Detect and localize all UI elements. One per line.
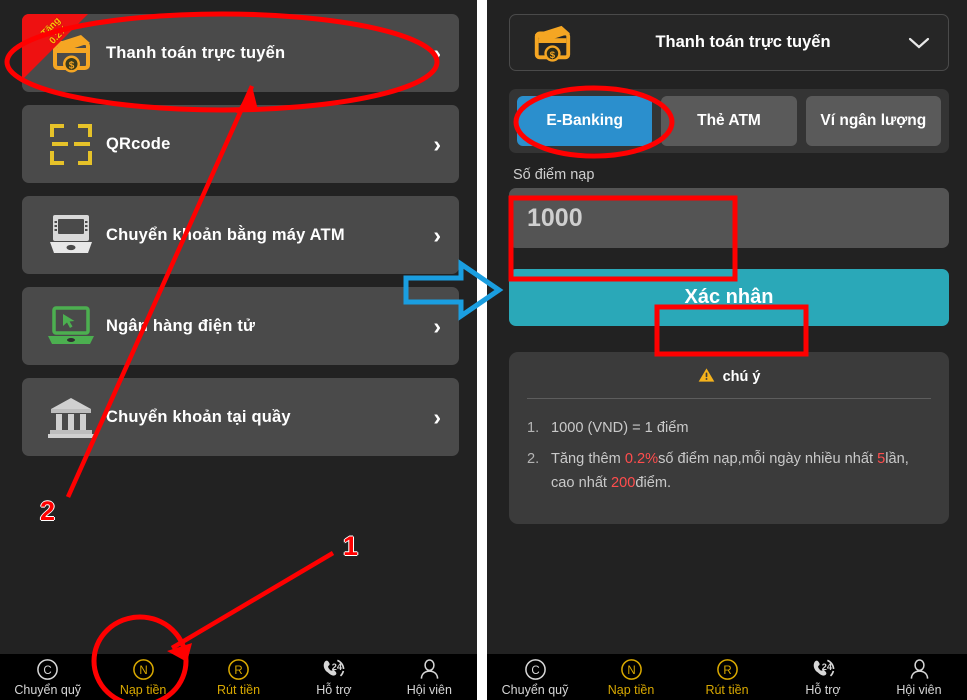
qrcode-icon (40, 121, 102, 167)
confirm-button[interactable]: Xác nhận (509, 269, 949, 326)
nav-label: Nạp tiền (119, 682, 167, 697)
svg-text:N: N (627, 665, 635, 677)
notice-title: chú ý (722, 369, 761, 385)
notice-plain: 1000 (VND) = 1 điểm (551, 420, 689, 436)
chevron-right-icon: › (433, 403, 441, 430)
notice-item-text: 1000 (VND) = 1 điểm (551, 416, 689, 440)
nav-item-chuyen-quy[interactable]: C Chuyển quỹ (487, 654, 583, 700)
atm-machine-icon (40, 212, 102, 258)
nav-label: Hội viên (896, 682, 942, 697)
tab-the-atm[interactable]: Thẻ ATM (661, 96, 797, 146)
method-item-internet-banking[interactable]: Ngân hàng điện tử › (22, 287, 459, 365)
payment-method-list: $ Thanh toán trực tuyến › Tặng 0.2% QRco… (0, 0, 477, 456)
svg-text:C: C (44, 665, 52, 677)
method-label: QRcode (106, 134, 171, 153)
notice-item: 1. 1000 (VND) = 1 điểm (527, 416, 931, 440)
method-item-online-payment[interactable]: $ Thanh toán trực tuyến › Tặng 0.2% (22, 14, 459, 92)
payment-channel-tabs: E-Banking Thẻ ATM Ví ngân lượng (509, 89, 949, 153)
warning-triangle-icon (698, 367, 715, 387)
selected-method-label: Thanh toán trực tuyến (655, 33, 831, 51)
svg-text:$: $ (69, 61, 75, 72)
notice-highlight: 0.2% (624, 451, 659, 467)
amount-input[interactable]: 1000 (509, 188, 949, 248)
right-panel-body: $ Thanh toán trực tuyến E-Banking Thẻ AT… (487, 0, 967, 654)
tab-e-banking[interactable]: E-Banking (517, 96, 653, 146)
circle-n-icon: N (132, 658, 155, 682)
method-label: Chuyển khoản tại quầy (106, 407, 291, 426)
bottom-nav-right: C Chuyển quỹ N Nạp tiền R Rút tiền 24 Hỗ… (487, 654, 967, 700)
annotation-step-1: 1 (343, 531, 359, 561)
chevron-right-icon: › (433, 130, 441, 157)
nav-label: Nạp tiền (607, 682, 655, 697)
circle-r-icon: R (227, 658, 250, 682)
nav-item-chuyen-quy[interactable]: C Chuyển quỹ (0, 654, 95, 700)
panel-divider (477, 0, 487, 700)
nav-label: Rút tiền (705, 682, 749, 697)
nav-item-rut-tien[interactable]: R Rút tiền (679, 654, 775, 700)
svg-text:N: N (139, 665, 147, 677)
card-cash-icon: $ (40, 31, 102, 75)
svg-text:24: 24 (821, 662, 832, 672)
nav-item-hoi-vien[interactable]: Hội viên (382, 654, 477, 700)
left-screen-panel: $ Thanh toán trực tuyến › Tặng 0.2% QRco… (0, 0, 477, 700)
notice-item-number: 2. (527, 451, 540, 467)
svg-text:24: 24 (332, 662, 343, 672)
nav-item-ho-tro[interactable]: 24 Hỗ trợ (286, 654, 381, 700)
circle-n-icon: N (620, 658, 643, 682)
chevron-right-icon: › (433, 221, 441, 248)
laptop-cursor-icon (40, 305, 102, 347)
nav-item-nap-tien[interactable]: N Nạp tiền (583, 654, 679, 700)
nav-label: Chuyển quỹ (14, 682, 82, 697)
amount-field-label: Số điểm nạp (513, 167, 595, 183)
notice-header: chú ý (527, 367, 931, 398)
left-panel-body: $ Thanh toán trực tuyến › Tặng 0.2% QRco… (0, 0, 477, 654)
nav-item-rut-tien[interactable]: R Rút tiền (191, 654, 286, 700)
nav-label: Hỗ trợ (316, 682, 352, 697)
bottom-nav-left: C Chuyển quỹ N Nạp tiền R Rút tiền 24 Hỗ… (0, 654, 477, 700)
svg-text:R: R (234, 665, 242, 677)
chevron-right-icon: › (433, 39, 441, 66)
phone-24-icon: 24 (811, 658, 836, 682)
tab-vi-ngan-luong[interactable]: Ví ngân lượng (805, 96, 941, 146)
notice-item: 2. Tăng thêm 0.2%số điểm nạp,mỗi ngày nh… (527, 447, 931, 495)
nav-label: Hội viên (406, 682, 452, 697)
method-item-counter-transfer[interactable]: Chuyển khoản tại quầy › (22, 378, 459, 456)
chevron-down-icon (906, 36, 932, 50)
notice-plain: Tăng thêm (551, 451, 625, 467)
notice-item-text: Tăng thêm 0.2%số điểm nạp,mỗi ngày nhiều… (551, 447, 931, 495)
method-label: Ngân hàng điện tử (106, 316, 256, 335)
nav-label: Hỗ trợ (805, 682, 841, 697)
card-cash-icon: $ (524, 22, 580, 64)
notice-item-number: 1. (527, 420, 540, 436)
method-item-qrcode[interactable]: QRcode › (22, 105, 459, 183)
method-label: Thanh toán trực tuyến (106, 43, 286, 62)
notice-box: chú ý 1. 1000 (VND) = 1 điểm 2. Tăng thê… (509, 352, 949, 524)
svg-text:C: C (531, 665, 539, 677)
notice-highlight: 200 (611, 475, 636, 491)
svg-text:R: R (723, 665, 731, 677)
svg-text:$: $ (550, 49, 556, 60)
nav-item-nap-tien[interactable]: N Nạp tiền (95, 654, 190, 700)
nav-item-ho-tro[interactable]: 24 Hỗ trợ (775, 654, 871, 700)
circle-r-icon: R (716, 658, 739, 682)
nav-label: Rút tiền (216, 682, 261, 697)
notice-plain: số điểm nạp,mỗi ngày nhiều nhất (658, 451, 878, 467)
notice-plain: điểm. (635, 475, 672, 491)
nav-label: Chuyển quỹ (501, 682, 569, 697)
annotation-step-2: 2 (40, 496, 56, 526)
circle-c-icon: C (36, 658, 59, 682)
bank-building-icon (40, 395, 102, 439)
right-screen-panel: $ Thanh toán trực tuyến E-Banking Thẻ AT… (487, 0, 967, 700)
circle-c-icon: C (524, 658, 547, 682)
selected-method-dropdown[interactable]: $ Thanh toán trực tuyến (509, 14, 949, 71)
phone-24-icon: 24 (321, 658, 346, 682)
screenshot-root: $ Thanh toán trực tuyến › Tặng 0.2% QRco… (0, 0, 967, 700)
notice-separator (527, 398, 931, 399)
nav-item-hoi-vien[interactable]: Hội viên (871, 654, 967, 700)
method-item-atm-transfer[interactable]: Chuyển khoản bằng máy ATM › (22, 196, 459, 274)
user-icon (418, 658, 441, 682)
method-label: Chuyển khoản bằng máy ATM (106, 225, 345, 244)
chevron-right-icon: › (433, 312, 441, 339)
user-icon (908, 658, 931, 682)
